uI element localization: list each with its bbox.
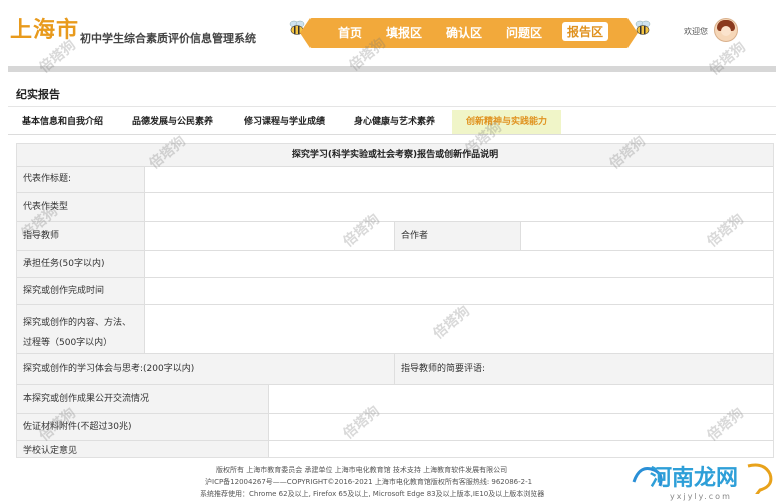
form-title-row: 探究学习(科学实验或社会考察)报告或创新作品说明: [17, 144, 773, 167]
tab-moral-development[interactable]: 品德发展与公民素养: [132, 110, 213, 134]
work-title-field[interactable]: [145, 167, 773, 192]
form-row: 代表作标题:: [17, 167, 773, 193]
exchange-field[interactable]: [269, 385, 773, 413]
field-label: 本探究或创作成果公开交流情况: [17, 385, 269, 413]
brand-text: 河南龙网: [650, 466, 739, 491]
nav-home[interactable]: 首页: [338, 24, 362, 41]
collaborator-field[interactable]: [521, 222, 773, 250]
advisor-field[interactable]: [145, 222, 395, 250]
form-row: 代表作类型: [17, 193, 773, 222]
attachments-field[interactable]: [269, 414, 773, 440]
content-label-line2: 过程等（500字以内）: [23, 338, 113, 348]
main-nav: 首页 填报区 确认区 问题区 报告区: [300, 18, 638, 48]
content-field[interactable]: [145, 305, 773, 353]
form-row: 探究或创作完成时间: [17, 278, 773, 305]
system-name: 初中学生综合素质评价信息管理系统: [80, 32, 256, 45]
nav-report-area[interactable]: 报告区: [562, 22, 609, 41]
completion-time-field[interactable]: [145, 278, 773, 304]
field-label: 探究或创作的内容、方法、 过程等（500字以内）: [17, 305, 145, 353]
field-label: 指导教师的简要评语:: [395, 354, 773, 384]
header: 上海市 初中学生综合素质评价信息管理系统 首页 填报区 确认区 问题区 报告区 …: [0, 0, 777, 64]
corner-brand: 河南龙网 yxjyly.com: [630, 456, 777, 503]
form-title: 探究学习(科学实验或社会考察)报告或创新作品说明: [291, 150, 499, 160]
field-label: 代表作标题:: [17, 167, 145, 192]
form-row: 指导教师 合作者: [17, 222, 773, 251]
divider: [8, 106, 776, 107]
form-row: 本探究或创作成果公开交流情况: [17, 385, 773, 414]
field-label: 探究或创作的学习体会与思考:(200字以内): [17, 354, 395, 384]
form-row: 探究或创作的学习体会与思考:(200字以内) 指导教师的简要评语:: [17, 354, 773, 385]
content-label-line1: 探究或创作的内容、方法、: [23, 318, 132, 328]
footer-copyright: 版权所有 上海市教育委员会 承建单位 上海市电化教育馆 技术支持 上海教育软件发…: [216, 466, 508, 474]
divider: [8, 134, 776, 135]
field-label: 代表作类型: [17, 193, 145, 221]
tab-basic-info[interactable]: 基本信息和自我介绍: [22, 110, 103, 134]
footer-icp: 沪ICP备12004267号——COPYRIGHT©2016-2021 上海市电…: [205, 478, 533, 486]
logo-city: 上海市: [10, 18, 80, 43]
work-type-field[interactable]: [145, 193, 773, 221]
nav-confirm-area[interactable]: 确认区: [446, 24, 482, 41]
page-title: 纪实报告: [16, 88, 60, 101]
form-row: 探究或创作的内容、方法、 过程等（500字以内）: [17, 305, 773, 354]
task-field[interactable]: [145, 251, 773, 277]
form-row: 佐证材料附件(不超过30兆): [17, 414, 773, 441]
field-label: 承担任务(50字以内): [17, 251, 145, 277]
tab-health-arts[interactable]: 身心健康与艺术素养: [354, 110, 435, 134]
tab-innovation-practice[interactable]: 创新精神与实践能力: [452, 110, 562, 134]
footer-browser-tip: 系统推荐使用：Chrome 62及以上, Firefox 65及以上, Micr…: [200, 490, 545, 498]
brand-url: yxjyly.com: [670, 492, 732, 501]
nav-fill-area[interactable]: 填报区: [386, 24, 422, 41]
form-row: 承担任务(50字以内): [17, 251, 773, 278]
field-label: 合作者: [395, 222, 521, 250]
welcome-text: 欢迎您: [684, 27, 708, 36]
field-label: 探究或创作完成时间: [17, 278, 145, 304]
tab-courses-grades[interactable]: 修习课程与学业成绩: [244, 110, 325, 134]
report-form: 探究学习(科学实验或社会考察)报告或创新作品说明 代表作标题: 代表作类型 指导…: [16, 143, 774, 458]
field-label: 学校认定意见: [17, 441, 269, 457]
bee-icon: [635, 20, 651, 35]
field-label: 佐证材料附件(不超过30兆): [17, 414, 269, 440]
nav-issue-area[interactable]: 问题区: [506, 24, 542, 41]
avatar[interactable]: [714, 18, 738, 42]
field-label: 指导教师: [17, 222, 145, 250]
